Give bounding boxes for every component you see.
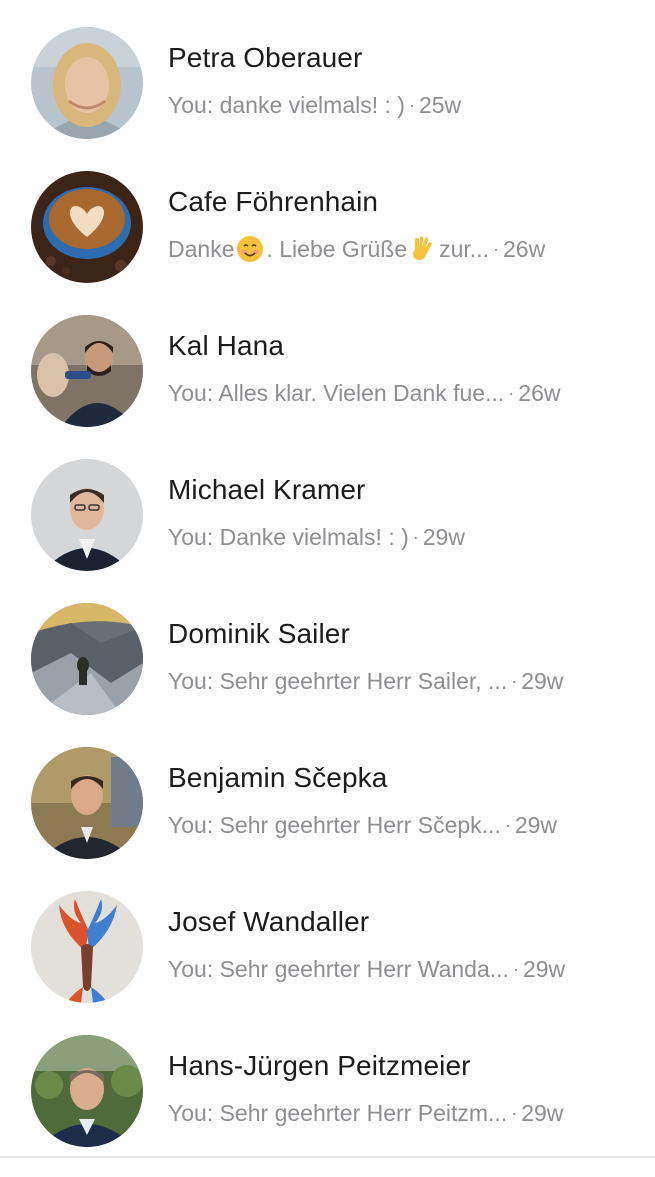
avatar-photo-icon xyxy=(31,315,143,427)
separator-dot: · xyxy=(492,238,499,259)
message-preview-start: Danke xyxy=(168,235,235,262)
message-preview-end: zur... xyxy=(439,235,489,262)
avatar[interactable] xyxy=(31,891,143,1003)
list-bottom-divider xyxy=(0,1156,655,1158)
contact-name: Josef Wandaller xyxy=(168,906,370,937)
timestamp: 29w xyxy=(521,1099,564,1126)
avatar[interactable] xyxy=(31,459,143,571)
message-preview: You: Sehr geehrter Herr Sailer, ... xyxy=(168,667,508,694)
message-preview-line: You: Sehr geehrter Herr Sailer, ... · 29… xyxy=(168,666,633,696)
message-preview-line: You: Sehr geehrter Herr Wanda... · 29w xyxy=(168,954,633,984)
avatar[interactable] xyxy=(31,1035,143,1147)
avatar[interactable] xyxy=(31,747,143,859)
message-preview-line: You: Alles klar. Vielen Dank fue... · 26… xyxy=(168,378,633,408)
mountain-climber-photo-icon xyxy=(31,603,143,715)
contact-name: Benjamin Sčepka xyxy=(168,762,388,793)
avatar-photo-icon xyxy=(31,27,143,139)
separator-dot: · xyxy=(511,1102,518,1123)
message-preview: You: Sehr geehrter Herr Wanda... xyxy=(168,955,509,982)
message-preview-line: You: Sehr geehrter Herr Peitzm... · 29w xyxy=(168,1098,633,1128)
contact-name: Petra Oberauer xyxy=(168,42,363,73)
coffee-cup-icon xyxy=(31,171,143,283)
message-preview: You: Alles klar. Vielen Dank fue... xyxy=(168,379,505,406)
vulcan-salute-emoji-icon xyxy=(413,236,433,261)
message-preview: You: Danke vielmals! : ) xyxy=(168,523,409,550)
phoenix-logo-icon xyxy=(31,891,143,1003)
conversation-row-petra-oberauer[interactable]: Petra Oberauer You: danke vielmals! : ) … xyxy=(0,0,655,144)
timestamp: 26w xyxy=(518,379,561,406)
conversation-row-hans-juergen-peitzmeier[interactable]: Hans-Jürgen Peitzmeier You: Sehr geehrte… xyxy=(0,1008,655,1152)
message-preview-line: You: Danke vielmals! : ) · 29w xyxy=(168,522,633,552)
conversation-row-benjamin-scepka[interactable]: Benjamin Sčepka You: Sehr geehrter Herr … xyxy=(0,720,655,864)
message-preview: You: danke vielmals! : ) xyxy=(168,91,405,118)
separator-dot: · xyxy=(408,94,415,115)
message-preview-line: Danke . Liebe Grüße zur... · 26w xyxy=(168,234,633,264)
conversation-row-josef-wandaller[interactable]: Josef Wandaller You: Sehr geehrter Herr … xyxy=(0,864,655,1008)
message-preview-line: You: danke vielmals! : ) · 25w xyxy=(168,90,633,120)
conversation-row-cafe-foehrenhain[interactable]: Cafe Föhrenhain Danke . Liebe Grüße zur.… xyxy=(0,144,655,288)
avatar[interactable] xyxy=(31,27,143,139)
avatar[interactable] xyxy=(31,603,143,715)
timestamp: 29w xyxy=(422,523,465,550)
timestamp: 29w xyxy=(521,667,564,694)
avatar-photo-icon xyxy=(31,1035,143,1147)
timestamp: 29w xyxy=(522,955,566,982)
contact-name: Kal Hana xyxy=(168,330,284,361)
avatar[interactable] xyxy=(31,315,143,427)
avatar[interactable] xyxy=(31,171,143,283)
smiling-face-emoji-icon xyxy=(237,236,264,262)
timestamp: 26w xyxy=(502,235,546,262)
separator-dot: · xyxy=(512,958,519,979)
contact-name: Cafe Föhrenhain xyxy=(168,186,379,217)
contact-name: Dominik Sailer xyxy=(168,618,350,649)
message-preview: Danke . Liebe Grüße zur... xyxy=(168,235,489,263)
message-preview: You: Sehr geehrter Herr Peitzm... xyxy=(168,1099,508,1126)
message-preview-middle: . Liebe Grüße xyxy=(266,235,408,262)
timestamp: 25w xyxy=(418,91,462,118)
separator-dot: · xyxy=(412,526,419,547)
conversation-row-dominik-sailer[interactable]: Dominik Sailer You: Sehr geehrter Herr S… xyxy=(0,576,655,720)
message-preview: You: Sehr geehrter Herr Sčepk... xyxy=(168,811,501,838)
contact-name: Hans-Jürgen Peitzmeier xyxy=(168,1050,471,1081)
conversation-row-michael-kramer[interactable]: Michael Kramer You: Danke vielmals! : ) … xyxy=(0,432,655,576)
conversation-row-kal-hana[interactable]: Kal Hana You: Alles klar. Vielen Dank fu… xyxy=(0,288,655,432)
separator-dot: · xyxy=(504,814,511,835)
avatar-photo-icon xyxy=(31,747,143,859)
avatar-photo-icon xyxy=(31,459,143,571)
separator-dot: · xyxy=(508,382,515,403)
timestamp: 29w xyxy=(514,811,558,838)
separator-dot: · xyxy=(511,670,518,691)
contact-name: Michael Kramer xyxy=(168,474,366,505)
message-preview-line: You: Sehr geehrter Herr Sčepk... · 29w xyxy=(168,810,633,840)
